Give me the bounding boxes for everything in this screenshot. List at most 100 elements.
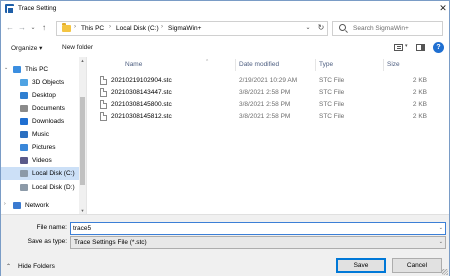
nav-item-label: Network [25,202,49,209]
chevron-right-icon[interactable]: › [4,201,6,207]
chevron-up-icon: ⌃ [6,264,12,270]
file-row[interactable]: 20210308145812.stc 3/8/2021 2:58 PM STC … [91,111,449,123]
search-placeholder: Search SigmaWin+ [353,25,409,32]
nav-item-documents[interactable]: Documents [1,102,79,115]
preview-pane-icon[interactable] [416,44,425,51]
nav-item-3d-objects[interactable]: 3D Objects [1,76,79,89]
file-row[interactable]: 20210308145800.stc 3/8/2021 2:58 PM STC … [91,99,449,111]
file-date: 2/19/2021 10:29 AM [239,77,298,84]
file-name-field[interactable]: ⌄ [70,222,446,235]
nav-item-label: Pictures [32,144,56,151]
nav-item-network[interactable]: › Network [1,199,79,212]
file-name-input[interactable] [71,223,431,234]
nav-item-label: Desktop [32,92,56,99]
nav-item-local-disk-d[interactable]: Local Disk (D:) [1,181,79,194]
nav-item-downloads[interactable]: Downloads [1,115,79,128]
help-icon[interactable]: ? [433,42,444,53]
app-icon [5,4,14,14]
nav-item-desktop[interactable]: Desktop [1,89,79,102]
file-name: 20210308145800.stc [111,101,172,108]
forward-icon[interactable]: → [17,22,27,34]
scroll-up-icon[interactable]: ▲ [79,57,86,64]
address-bar[interactable]: › This PC › Local Disk (C:) › SigmaWin+ … [56,21,328,36]
window-title: Trace Setting [18,5,57,12]
navigation-pane: ⌄ This PC 3D Objects Desktop Documents D… [1,57,87,214]
column-divider[interactable] [235,59,236,71]
save-as-type-select[interactable]: Trace Settings File (*.stc) ⌄ [70,236,446,249]
chevron-down-icon[interactable]: ⌄ [4,65,8,71]
music-icon [20,131,28,138]
close-icon[interactable]: ✕ [437,2,449,15]
videos-icon [20,157,28,164]
address-chevron-down-icon[interactable]: ⌄ [303,24,313,31]
nav-item-label: 3D Objects [32,79,65,86]
cancel-button[interactable]: Cancel [392,258,442,273]
scroll-down-icon[interactable]: ▼ [79,207,86,214]
nav-item-this-pc[interactable]: ⌄ This PC [1,63,79,76]
column-header-name[interactable]: Name ⌃ [125,59,209,68]
network-icon [13,202,21,209]
breadcrumb-sigmawin[interactable]: SigmaWin+ [168,25,201,32]
file-name-chevron-down-icon[interactable]: ⌄ [439,225,443,231]
command-toolbar: Organize ▾ New folder ▾ ? [1,39,449,56]
nav-item-pictures[interactable]: Pictures [1,141,79,154]
file-size: 2 KB [412,101,427,108]
nav-item-label: Local Disk (C:) [32,170,75,177]
file-row[interactable]: 20210219102904.stc 2/19/2021 10:29 AM ST… [91,75,449,87]
breadcrumb-this-pc[interactable]: This PC [81,25,104,32]
nav-item-label: Music [32,131,49,138]
breadcrumb-separator: › [74,24,76,30]
column-divider[interactable] [315,59,316,71]
scrollbar-thumb[interactable] [80,97,85,185]
save-button[interactable]: Save [336,258,386,273]
column-header-type[interactable]: Type [319,61,333,68]
column-header-label: Name [125,61,143,68]
back-icon[interactable]: ← [5,22,15,34]
resize-grip[interactable] [442,269,448,275]
up-arrow-icon[interactable]: ↑ [39,22,49,34]
view-chevron-down-icon[interactable]: ▾ [405,43,408,49]
nav-item-music[interactable]: Music [1,128,79,141]
nav-item-label: Local Disk (D:) [32,184,75,191]
file-type: STC File [319,101,345,108]
nav-item-local-disk-c[interactable]: Local Disk (C:) [1,167,79,180]
file-date: 3/8/2021 2:58 PM [239,89,291,96]
column-header-size[interactable]: Size [387,61,400,68]
file-name: 20210308145812.stc [111,113,172,120]
save-as-type-value: Trace Settings File (*.stc) [74,239,147,246]
folder-icon [62,23,71,32]
recent-locations-chevron-down-icon[interactable]: ⌄ [28,22,38,34]
file-date: 3/8/2021 2:58 PM [239,113,291,120]
nav-item-label: This PC [25,66,49,73]
column-divider[interactable] [383,59,384,71]
breadcrumb-separator: › [109,24,111,30]
save-as-type-chevron-down-icon[interactable]: ⌄ [439,239,443,245]
search-input[interactable]: Search SigmaWin+ [332,21,443,36]
nav-item-label: Videos [32,157,52,164]
column-header-date[interactable]: Date modified [239,61,279,68]
organize-button[interactable]: Organize ▾ [11,44,42,52]
new-folder-button[interactable]: New folder [62,44,93,51]
nav-item-videos[interactable]: Videos [1,154,79,167]
file-size: 2 KB [412,77,427,84]
breadcrumb-local-disk-c[interactable]: Local Disk (C:) [116,25,159,32]
change-view-icon[interactable] [394,44,403,51]
file-row[interactable]: 20210308143447.stc 3/8/2021 2:58 PM STC … [91,87,449,99]
file-icon [100,100,107,109]
address-row: ← → ⌄ ↑ › This PC › Local Disk (C:) › Si… [1,17,449,39]
nav-scrollbar[interactable]: ▲ ▼ [79,57,86,214]
file-name: 20210308143447.stc [111,89,172,96]
save-form: File name: ⌄ Save as type: Trace Setting… [1,214,449,276]
file-icon [100,112,107,121]
refresh-icon[interactable]: ↻ [315,23,327,32]
save-as-type-label: Save as type: [27,238,67,245]
file-icon [100,88,107,97]
file-size: 2 KB [412,89,427,96]
file-name-label: File name: [36,224,67,231]
hide-folders-label: Hide Folders [18,263,55,270]
file-type: STC File [319,77,345,84]
pictures-icon [20,144,28,151]
cube-icon [20,79,28,86]
documents-icon [20,105,28,112]
file-list: Name ⌃ Date modified Type Size 202102191… [91,57,449,214]
